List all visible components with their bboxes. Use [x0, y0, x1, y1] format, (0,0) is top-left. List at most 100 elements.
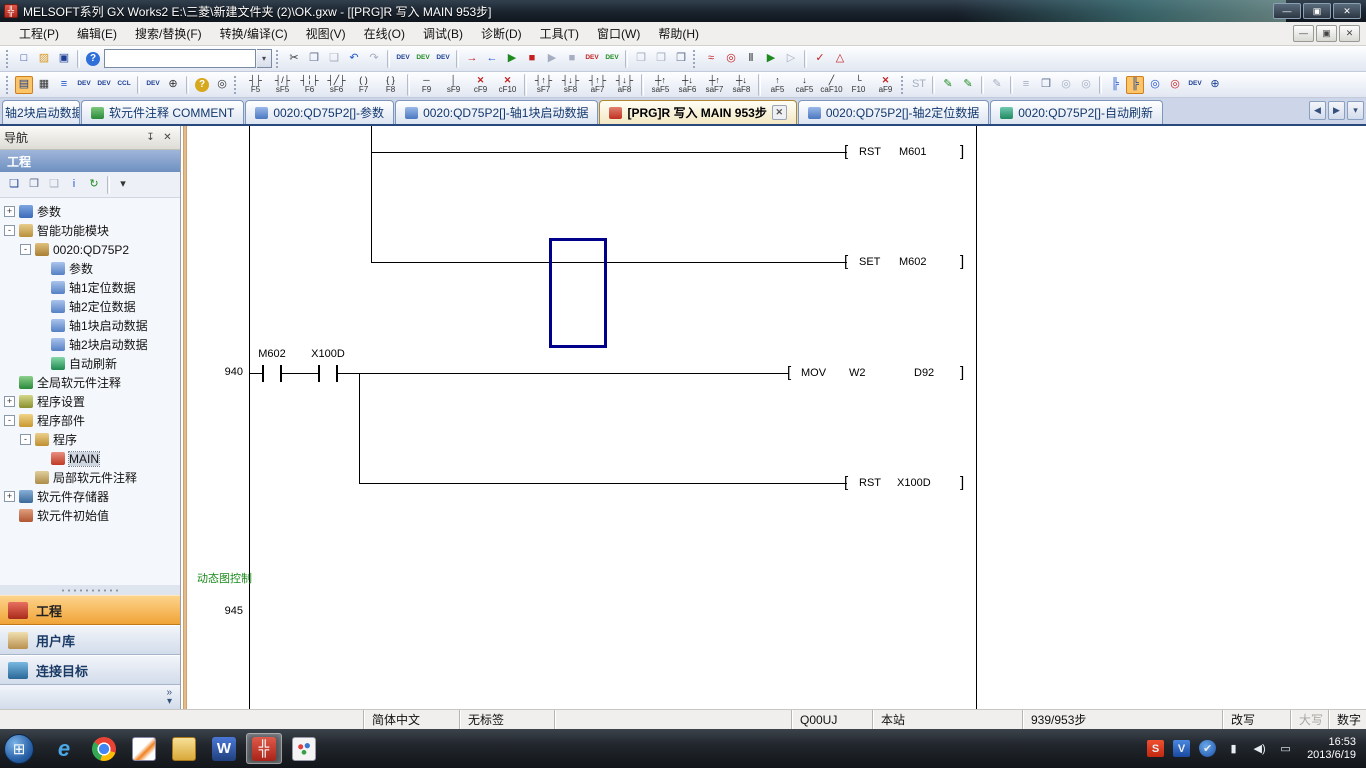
new-file-icon[interactable]: □ — [15, 50, 33, 68]
ie[interactable]: e — [46, 733, 82, 764]
menu-tools[interactable]: 工具(T) — [531, 22, 588, 45]
tree-program-setting[interactable]: + 程序设置 — [0, 392, 180, 411]
doc-find2-icon[interactable]: ◎ — [1077, 76, 1095, 94]
sep[interactable] — [137, 76, 140, 94]
tree-smart-module[interactable]: - 智能功能模块 — [0, 221, 180, 240]
nav-btn-user-library[interactable]: 用户库 — [0, 625, 180, 655]
menu-diagnostics[interactable]: 诊断(D) — [472, 22, 531, 45]
saF5[interactable]: ┼↑saF5 — [648, 74, 673, 96]
nav-paste-icon[interactable]: ❑ — [45, 176, 63, 194]
tree-program[interactable]: - 程序 — [0, 430, 180, 449]
tree-expander[interactable]: + — [4, 206, 15, 217]
nav-copy-icon[interactable]: ❐ — [25, 176, 43, 194]
sogou[interactable]: S — [1147, 740, 1164, 757]
save-icon[interactable]: ▣ — [55, 50, 73, 68]
toolbar-grip[interactable] — [901, 76, 905, 94]
sep[interactable] — [1099, 76, 1102, 94]
aF8[interactable]: ┤↓├aF8 — [612, 74, 637, 96]
contact-x100d[interactable] — [318, 365, 338, 382]
nav-more-buttons[interactable]: » ▾ — [0, 685, 180, 709]
nav-btn-project[interactable]: 工程 — [0, 595, 180, 625]
paste-icon[interactable]: ❑ — [325, 50, 343, 68]
verify-check-icon[interactable]: ✓ — [811, 50, 829, 68]
tree-axis2-pos[interactable]: 轴2定位数据 — [0, 297, 180, 316]
find-contact-coil-icon[interactable]: ◎ — [1146, 76, 1164, 94]
tab-axis2-block[interactable]: 轴2块启动数据 — [2, 100, 80, 124]
edit-rung-icon[interactable]: ✎ — [988, 76, 1006, 94]
tree-axis1-block[interactable]: 轴1块启动数据 — [0, 316, 180, 335]
tree-axis1-pos[interactable]: 轴1定位数据 — [0, 278, 180, 297]
undo-icon[interactable]: ↶ — [345, 50, 363, 68]
mdi-minimize-button[interactable]: — — [1293, 25, 1314, 42]
device-ccl-icon[interactable]: CCL — [115, 76, 133, 94]
aF5[interactable]: ↑aF5 — [765, 74, 790, 96]
project-tree-icon[interactable]: ▤ — [15, 76, 33, 94]
tab-axis1-block[interactable]: 0020:QD75P2[]-轴1块启动数据 — [395, 100, 598, 124]
tab-list-dropdown[interactable]: ▾ — [1347, 101, 1364, 120]
menu-window[interactable]: 窗口(W) — [588, 22, 649, 45]
sF9[interactable]: │sF9 — [441, 74, 466, 96]
tree-qd-param[interactable]: 参数 — [0, 259, 180, 278]
tree-expander[interactable]: - — [20, 434, 31, 445]
sep[interactable] — [456, 50, 459, 68]
device-view-icon[interactable]: DEV — [144, 76, 162, 94]
help-icon[interactable]: ? — [84, 50, 102, 68]
sF5[interactable]: ┤/├sF5 — [270, 74, 295, 96]
device-comment-icon[interactable]: DEV — [75, 76, 93, 94]
device-test-icon[interactable]: DEV — [414, 50, 432, 68]
device-batch-icon[interactable]: DEV — [434, 50, 452, 68]
saF8[interactable]: ┼↓saF8 — [729, 74, 754, 96]
help-bulb-icon[interactable]: ? — [193, 76, 211, 94]
toolbar-grip[interactable] — [693, 50, 697, 68]
toolbar-grip[interactable] — [6, 50, 10, 68]
open-file-icon[interactable]: ▨ — [35, 50, 53, 68]
monitor-stop-icon[interactable]: ■ — [523, 50, 541, 68]
menu-help[interactable]: 帮助(H) — [649, 22, 708, 45]
edit-coil-icon[interactable]: ✎ — [959, 76, 977, 94]
tab-comment[interactable]: 软元件注释 COMMENT — [81, 100, 244, 124]
tree-display-icon[interactable]: ╠ — [1106, 76, 1124, 94]
device-find-icon[interactable]: DEV — [394, 50, 412, 68]
caF5[interactable]: ↓caF5 — [792, 74, 817, 96]
sF6[interactable]: ┤╱├sF6 — [324, 74, 349, 96]
paint[interactable] — [286, 733, 322, 764]
sep[interactable] — [804, 50, 807, 68]
tree-device-init[interactable]: 软元件初始值 — [0, 506, 180, 525]
F8[interactable]: { }F8 — [378, 74, 403, 96]
F7[interactable]: ( )F7 — [351, 74, 376, 96]
monitor-start-icon[interactable]: ▶ — [503, 50, 521, 68]
nav-refresh-icon[interactable]: ↻ — [85, 176, 103, 194]
find-binoculars-icon[interactable]: ◎ — [213, 76, 231, 94]
explorer[interactable] — [166, 733, 202, 764]
tree-expander[interactable]: + — [4, 491, 15, 502]
clock[interactable]: 16:53 2013/6/19 — [1307, 736, 1356, 762]
close-button[interactable]: ✕ — [1333, 3, 1361, 19]
edit-contact-icon[interactable]: ✎ — [939, 76, 957, 94]
tree-pou[interactable]: - 程序部件 — [0, 411, 180, 430]
gxworks2[interactable]: ╬ — [246, 733, 282, 764]
find-combo-input[interactable] — [104, 49, 256, 68]
minimize-button[interactable]: — — [1273, 3, 1301, 19]
saF6[interactable]: ┼↓saF6 — [675, 74, 700, 96]
restore-button[interactable]: ▣ — [1303, 3, 1331, 19]
window-jump-icon[interactable]: ❒ — [672, 50, 690, 68]
pin-icon[interactable]: ↧ — [142, 130, 159, 146]
menu-project[interactable]: 工程(P) — [10, 22, 68, 45]
copy-icon[interactable]: ❐ — [305, 50, 323, 68]
module-config-icon[interactable]: ▦ — [35, 76, 53, 94]
network[interactable]: ▭ — [1277, 740, 1294, 757]
st-inline-icon[interactable]: ST — [910, 76, 928, 94]
doc-find-icon[interactable]: ◎ — [1057, 76, 1075, 94]
menu-find-replace[interactable]: 搜索/替换(F) — [126, 22, 211, 45]
cut-icon[interactable]: ✂ — [285, 50, 303, 68]
aF9[interactable]: ✕aF9 — [873, 74, 898, 96]
panel-splitter[interactable] — [0, 585, 180, 595]
pulse-monitor-icon[interactable]: Ⅱ — [742, 50, 760, 68]
menu-online[interactable]: 在线(O) — [355, 22, 414, 45]
monitor-read-icon[interactable]: ■ — [563, 50, 581, 68]
battery[interactable]: ▮ — [1225, 740, 1242, 757]
monitor-write-icon[interactable]: ▶ — [543, 50, 561, 68]
list-view-icon[interactable]: ≡ — [55, 76, 73, 94]
aF7[interactable]: ┤↑├aF7 — [585, 74, 610, 96]
tab-prg-main[interactable]: [PRG]R 写入 MAIN 953步 ✕ — [599, 100, 796, 124]
